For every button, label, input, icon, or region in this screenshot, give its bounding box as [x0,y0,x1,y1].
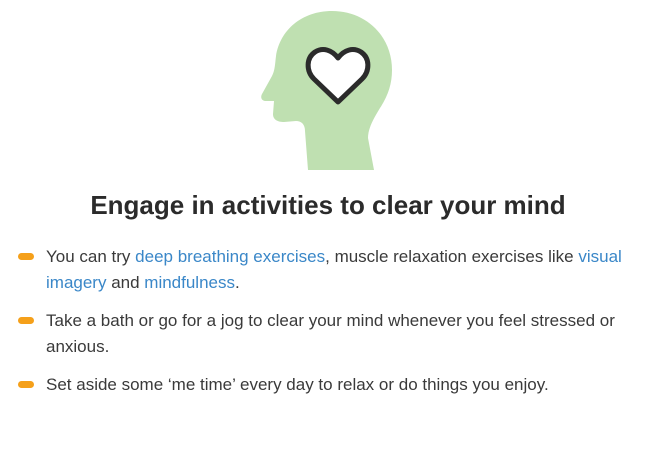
tip-text: Take a bath or go for a jog to clear you… [46,311,615,356]
list-item: Set aside some ‘me time’ every day to re… [18,372,638,398]
bullet-icon [18,253,34,260]
bullet-icon [18,317,34,324]
tip-text: , muscle relaxation exercises like [325,247,579,266]
list-item: Take a bath or go for a jog to clear you… [18,308,638,360]
head-with-heart-icon [261,11,392,170]
page-title: Engage in activities to clear your mind [90,190,566,220]
tip-text: Set aside some ‘me time’ every day to re… [46,375,549,394]
bullet-icon [18,381,34,388]
mindfulness-link[interactable]: mindfulness [144,273,235,292]
list-item: You can try deep breathing exercises, mu… [18,244,638,296]
deep-breathing-link[interactable]: deep breathing exercises [135,247,325,266]
tip-text: and [106,273,145,292]
head-with-heart-illustration [256,8,396,172]
tips-list: You can try deep breathing exercises, mu… [18,244,638,410]
tip-text: . [235,273,240,292]
tip-text: You can try [46,247,136,266]
